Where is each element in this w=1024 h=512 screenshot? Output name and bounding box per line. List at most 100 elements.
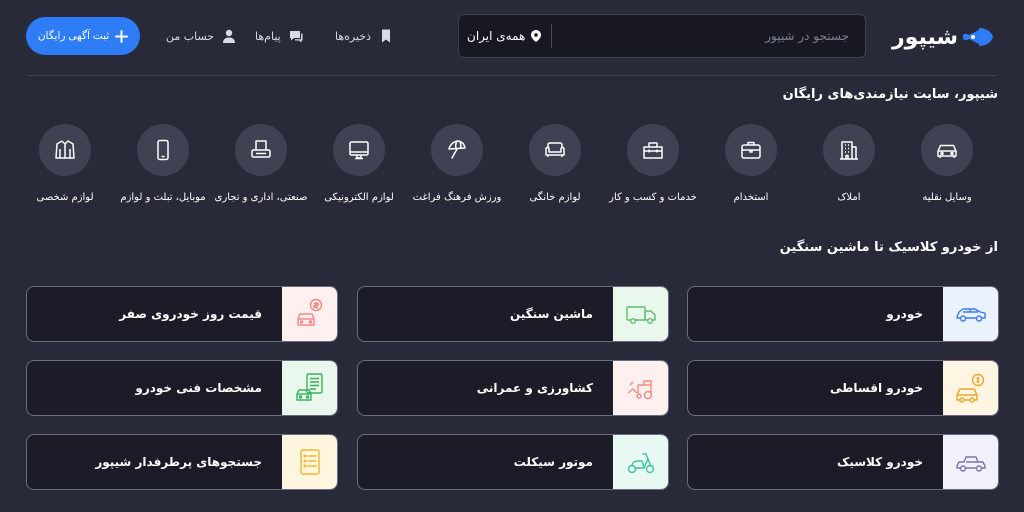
category-industrial[interactable]: صنعتی، اداری و تجاری bbox=[212, 124, 310, 203]
city-selector[interactable]: همه‌ی ایران bbox=[459, 15, 551, 57]
category-icon-circle bbox=[137, 124, 189, 176]
category-icon-circle bbox=[39, 124, 91, 176]
card-icon-box bbox=[943, 361, 998, 415]
search-bar: همه‌ی ایران bbox=[458, 14, 866, 58]
card-label: قیمت روز خودروی صفر bbox=[119, 307, 262, 321]
card-agriculture[interactable]: کشاورزی و عمرانی bbox=[357, 360, 669, 416]
car-installment-icon bbox=[955, 373, 984, 403]
category-icon-circle bbox=[627, 124, 679, 176]
card-label: خودرو bbox=[886, 307, 923, 321]
logo[interactable]: شیپور bbox=[892, 20, 996, 54]
list-icon bbox=[299, 449, 320, 475]
category-label: استخدام bbox=[733, 192, 769, 203]
toolbox-icon bbox=[643, 142, 663, 159]
car-icon bbox=[955, 308, 986, 322]
mobile-icon bbox=[157, 139, 169, 161]
card-car-specs[interactable]: مشخصات فنی خودرو bbox=[26, 360, 338, 416]
category-label: خدمات و کسب و کار bbox=[609, 192, 697, 203]
category-label: موبایل، تبلت و لوازم bbox=[120, 192, 206, 203]
user-icon bbox=[223, 29, 236, 43]
umbrella-icon bbox=[448, 140, 466, 159]
post-ad-label: ثبت آگهی رایگان bbox=[37, 30, 110, 42]
tractor-icon bbox=[627, 380, 652, 400]
card-label: کشاورزی و عمرانی bbox=[476, 381, 593, 395]
monitor-icon bbox=[349, 141, 369, 160]
category-mobile[interactable]: موبایل، تبلت و لوازم bbox=[114, 124, 212, 203]
car-price-icon bbox=[296, 298, 322, 326]
sofa-icon bbox=[545, 142, 565, 157]
category-label: لوازم خانگی bbox=[529, 192, 581, 203]
scooter-icon bbox=[627, 453, 654, 474]
vehicle-cards-grid: خودرو ماشین سنگین قیمت روز خودروی صفر خو… bbox=[26, 286, 999, 490]
category-label: صنعتی، اداری و تجاری bbox=[214, 192, 308, 203]
card-popular-searches[interactable]: جستجوهای پرطرفدار شیپور bbox=[26, 434, 338, 490]
category-icon-circle bbox=[921, 124, 973, 176]
category-vehicles[interactable]: وسایل نقلیه bbox=[898, 124, 996, 203]
account-label: حساب من bbox=[166, 29, 215, 43]
search-input[interactable] bbox=[552, 15, 865, 57]
chat-icon bbox=[289, 31, 303, 43]
category-services[interactable]: خدمات و کسب و کار bbox=[604, 124, 702, 203]
saved-link[interactable]: ذخیره‌ها bbox=[335, 26, 394, 46]
card-new-car-prices[interactable]: قیمت روز خودروی صفر bbox=[26, 286, 338, 342]
card-icon-box bbox=[943, 435, 998, 489]
card-label: موتور سیکلت bbox=[513, 455, 593, 469]
car-specs-icon bbox=[295, 373, 323, 401]
vehicles-title: از خودرو کلاسیک تا ماشین سنگین bbox=[779, 240, 998, 255]
card-label: ماشین سنگین bbox=[510, 307, 593, 321]
jacket-icon bbox=[55, 140, 75, 159]
card-icon-box bbox=[613, 435, 668, 489]
account-link[interactable]: حساب من bbox=[166, 26, 237, 46]
category-label: ورزش فرهنگ فراغت bbox=[412, 192, 502, 203]
card-label: جستجوهای پرطرفدار شیپور bbox=[95, 455, 262, 469]
category-home-appliances[interactable]: لوازم خانگی bbox=[506, 124, 604, 203]
category-label: وسایل نقلیه bbox=[922, 192, 972, 203]
category-electronics[interactable]: لوازم الکترونیکی bbox=[310, 124, 408, 203]
location-pin-icon bbox=[531, 30, 542, 42]
city-label: همه‌ی ایران bbox=[467, 29, 526, 43]
category-icon-circle bbox=[333, 124, 385, 176]
card-heavy-machine[interactable]: ماشین سنگین bbox=[357, 286, 669, 342]
plus-icon bbox=[115, 29, 129, 43]
card-label: مشخصات فنی خودرو bbox=[135, 381, 262, 395]
category-personal[interactable]: لوازم شخصی bbox=[16, 124, 114, 203]
card-icon-box bbox=[282, 287, 337, 341]
category-label: لوازم شخصی bbox=[36, 192, 94, 203]
card-icon-box bbox=[613, 287, 668, 341]
category-icon-circle bbox=[431, 124, 483, 176]
category-leisure[interactable]: ورزش فرهنگ فراغت bbox=[408, 124, 506, 203]
briefcase-icon bbox=[741, 141, 761, 159]
category-icon-circle bbox=[235, 124, 287, 176]
categories-row: وسایل نقلیه املاک استخدام خدمات و کسب و … bbox=[16, 124, 996, 203]
classic-car-icon bbox=[955, 456, 986, 472]
category-real-estate[interactable]: املاک bbox=[800, 124, 898, 203]
messages-label: پیام‌ها bbox=[255, 29, 281, 43]
header: شیپور همه‌ی ایران ذخیره‌ها پیام‌ها bbox=[0, 0, 1024, 76]
saved-label: ذخیره‌ها bbox=[335, 29, 372, 43]
card-installment-car[interactable]: خودرو اقساطی bbox=[687, 360, 999, 416]
card-classic-car[interactable]: خودرو کلاسیک bbox=[687, 434, 999, 490]
card-label: خودرو اقساطی bbox=[829, 381, 923, 395]
category-icon-circle bbox=[823, 124, 875, 176]
building-icon bbox=[840, 141, 858, 160]
horn-logo-icon bbox=[963, 28, 994, 46]
post-ad-button[interactable]: ثبت آگهی رایگان bbox=[26, 17, 140, 55]
category-jobs[interactable]: استخدام bbox=[702, 124, 800, 203]
category-icon-circle bbox=[529, 124, 581, 176]
car-icon bbox=[937, 144, 957, 158]
card-icon-box bbox=[282, 361, 337, 415]
card-label: خودرو کلاسیک bbox=[837, 455, 923, 469]
category-icon-circle bbox=[725, 124, 777, 176]
category-label: املاک bbox=[837, 192, 861, 203]
header-divider bbox=[28, 75, 996, 76]
printer-icon bbox=[251, 140, 271, 158]
category-label: لوازم الکترونیکی bbox=[324, 192, 394, 203]
search-divider bbox=[551, 24, 553, 48]
card-car[interactable]: خودرو bbox=[687, 286, 999, 342]
card-icon-box bbox=[943, 287, 998, 341]
logo-text: شیپور bbox=[892, 24, 959, 50]
card-icon-box bbox=[613, 361, 668, 415]
card-icon-box bbox=[282, 435, 337, 489]
messages-link[interactable]: پیام‌ها bbox=[255, 26, 304, 46]
card-motorcycle[interactable]: موتور سیکلت bbox=[357, 434, 669, 490]
